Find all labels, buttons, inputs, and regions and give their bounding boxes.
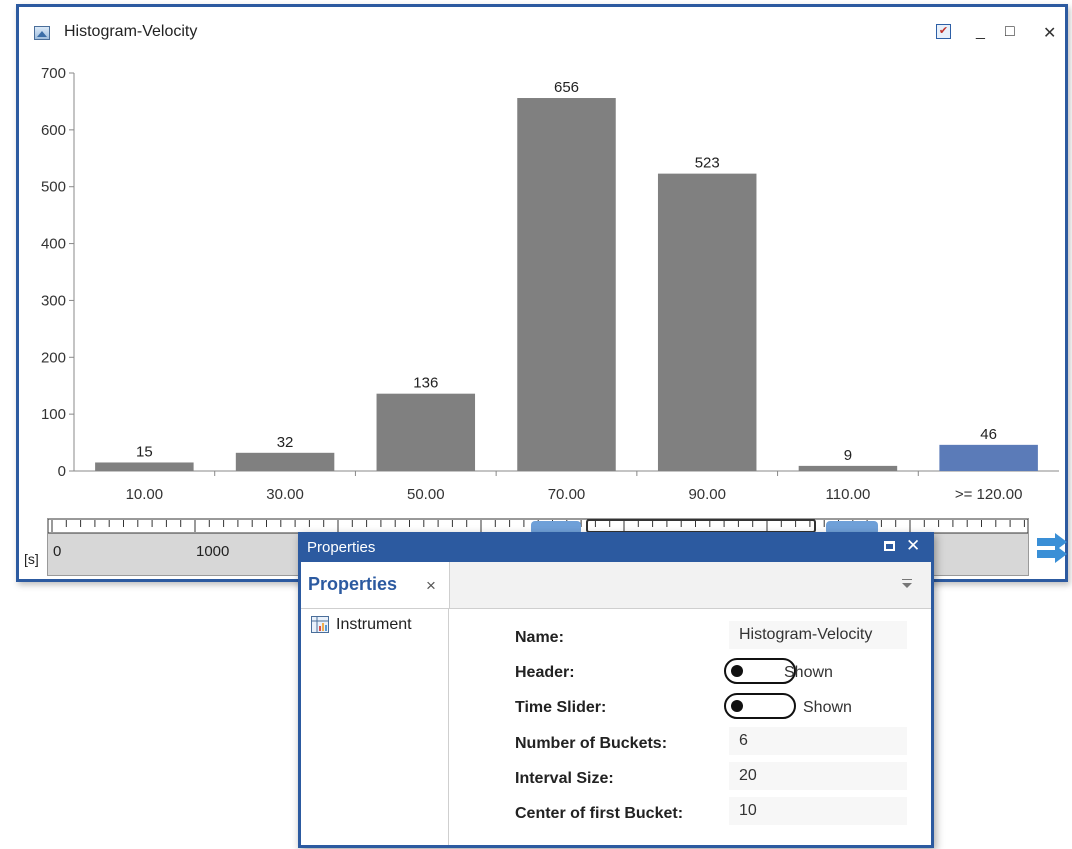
header-label: Header: — [515, 664, 575, 681]
bar-value-label: 32 — [277, 434, 294, 451]
arrow-right-icon[interactable] — [1035, 532, 1069, 566]
y-tick-label: 100 — [41, 406, 66, 423]
histogram-bar — [939, 444, 1038, 471]
interval-field[interactable]: 20 — [729, 762, 907, 790]
x-tick-label: 10.00 — [126, 486, 164, 503]
toggle-knob — [731, 665, 743, 677]
tree-item-label: Instrument — [336, 616, 412, 633]
properties-close-button[interactable]: ✕ — [906, 536, 920, 556]
time-slider-toggle[interactable] — [724, 693, 796, 719]
x-tick-label: 50.00 — [407, 486, 445, 503]
name-value: Histogram-Velocity — [739, 626, 873, 643]
name-label: Name: — [515, 629, 564, 646]
x-tick-label: >= 120.00 — [955, 486, 1023, 503]
buckets-label: Number of Buckets: — [515, 735, 668, 752]
slider-label-1000: 1000 — [196, 543, 230, 560]
buckets-field[interactable]: 6 — [729, 727, 907, 755]
tab-properties[interactable]: Properties × — [301, 562, 450, 608]
interval-value: 20 — [739, 767, 757, 784]
histogram-window: Histogram-Velocity ✔ _ □ ✕ 0 100 200 300 400… — [16, 4, 1068, 582]
x-tick-label: 30.00 — [266, 486, 304, 503]
y-tick-label: 0 — [58, 463, 66, 480]
properties-maximize-button[interactable] — [884, 541, 895, 551]
chart-app-icon — [34, 26, 50, 40]
slider-unit-label: [s] — [24, 551, 39, 567]
x-tick-label: 110.00 — [826, 486, 871, 503]
y-tick-label: 200 — [41, 349, 66, 366]
histogram-bar — [657, 173, 757, 471]
time-slider-toggle-text: Shown — [803, 699, 852, 716]
histogram-title: Histogram-Velocity — [64, 23, 198, 40]
name-field[interactable]: Histogram-Velocity — [729, 621, 907, 649]
bar-value-label: 523 — [695, 155, 720, 172]
buckets-value: 6 — [739, 732, 748, 749]
properties-tabstrip: Properties × — [301, 562, 931, 609]
histogram-chart: 0 100 200 300 400 500 600 700 15 10.00 32 30.00 136 5… — [41, 65, 1059, 503]
y-tick-label: 300 — [41, 292, 66, 309]
bar-value-label: 656 — [554, 79, 579, 96]
x-tick-label: 70.00 — [548, 486, 586, 503]
center-label: Center of first Bucket: — [515, 805, 684, 822]
y-tick-label: 500 — [41, 179, 66, 196]
y-tick-label: 400 — [41, 236, 66, 253]
bar-value-label: 46 — [980, 426, 997, 443]
header-toggle-text: Shown — [784, 664, 833, 681]
histogram-bar — [517, 98, 616, 471]
histogram-bar — [235, 452, 335, 471]
histogram-bar — [376, 393, 476, 471]
instrument-icon — [311, 616, 329, 633]
checklist-icon[interactable]: ✔ — [936, 24, 951, 39]
y-tick-label: 600 — [41, 122, 66, 139]
properties-window: Properties ✕ Properties × Instrument Nam… — [298, 532, 934, 848]
tab-close-icon[interactable]: × — [426, 576, 436, 596]
slider-range-window[interactable] — [586, 519, 816, 533]
toggle-knob — [731, 700, 743, 712]
minimize-button[interactable]: _ — [976, 23, 985, 41]
time-slider-label: Time Slider: — [515, 699, 607, 716]
bar-value-label: 9 — [844, 447, 852, 464]
center-value: 10 — [739, 802, 757, 819]
close-button[interactable]: ✕ — [1043, 23, 1056, 43]
properties-window-title: Properties — [307, 539, 376, 556]
center-field[interactable]: 10 — [729, 797, 907, 825]
x-tick-label: 90.00 — [688, 486, 726, 503]
properties-titlebar[interactable]: Properties ✕ — [301, 535, 931, 562]
bar-value-label: 136 — [413, 375, 438, 392]
y-tick-label: 700 — [41, 65, 66, 82]
histogram-bar — [95, 462, 194, 471]
interval-label: Interval Size: — [515, 770, 614, 787]
histogram-bar — [798, 465, 898, 471]
maximize-button[interactable]: □ — [1005, 23, 1015, 41]
bar-value-label: 15 — [136, 443, 153, 460]
tab-properties-label: Properties — [308, 574, 398, 594]
properties-tree: Instrument — [301, 609, 449, 845]
slider-label-start: 0 — [53, 543, 62, 560]
dropdown-menu-icon[interactable] — [900, 578, 914, 592]
histogram-titlebar[interactable]: Histogram-Velocity ✔ _ □ ✕ — [19, 7, 1065, 57]
